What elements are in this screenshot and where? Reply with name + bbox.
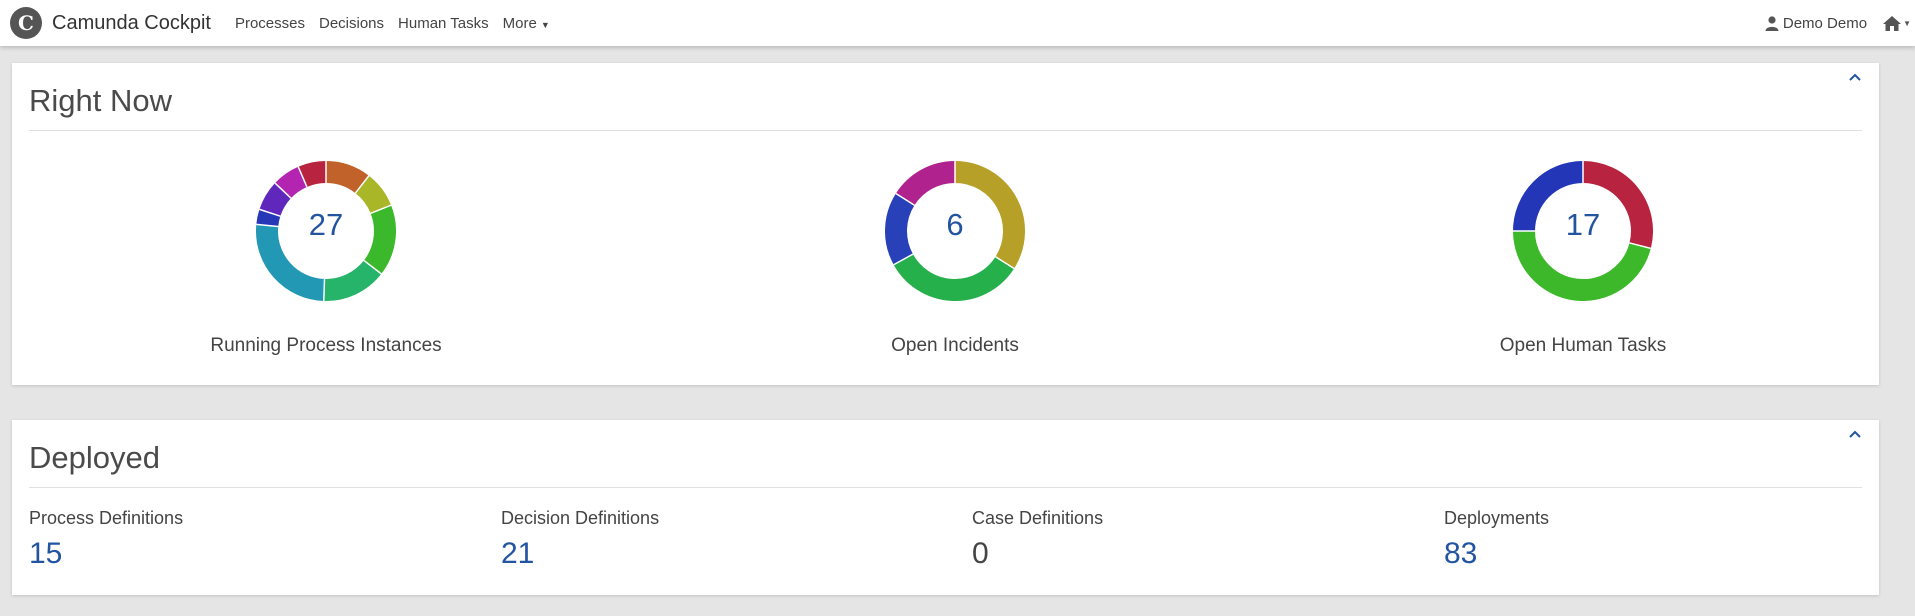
brand[interactable]: C Camunda Cockpit xyxy=(10,7,211,39)
user-name: Demo Demo xyxy=(1782,14,1868,32)
stat-label: Process Definitions xyxy=(29,508,184,528)
open-human-tasks-count[interactable]: 17 xyxy=(1433,207,1733,243)
caret-down-icon: ▼ xyxy=(540,19,550,30)
stat-label: Decision Definitions xyxy=(501,508,660,528)
donut-segment-1[interactable] xyxy=(354,175,392,214)
stat-value[interactable]: 15 xyxy=(29,537,183,571)
running-process-instances-count[interactable]: 27 xyxy=(176,207,476,243)
open-incidents-label: Open Incidents xyxy=(891,335,1019,356)
caret-down-icon: ▼ xyxy=(1903,18,1911,28)
home-menu[interactable]: ▼ xyxy=(1883,15,1911,31)
nav-processes[interactable]: Processes xyxy=(235,15,305,32)
nav-right: Demo Demo ▼ xyxy=(1765,0,1911,46)
stat-label: Case Definitions xyxy=(972,508,1104,528)
donut-segment-0[interactable] xyxy=(325,161,369,194)
main-nav: Processes Decisions Human Tasks More ▼ xyxy=(235,15,564,32)
open-incidents-widget[interactable]: 6 Open Incidents xyxy=(805,161,1105,357)
open-incidents-count[interactable]: 6 xyxy=(805,207,1105,243)
right-now-title: Right Now xyxy=(29,83,172,118)
donut-segment-3[interactable] xyxy=(323,260,382,301)
running-process-instances-widget[interactable]: 27 Running Process Instances xyxy=(176,161,476,357)
donut-segment-8[interactable] xyxy=(298,161,327,188)
collapse-chevron-icon[interactable] xyxy=(1846,426,1864,442)
donut-segment-3[interactable] xyxy=(895,161,956,206)
panel-divider xyxy=(29,487,1862,488)
nav-human-tasks[interactable]: Human Tasks xyxy=(398,15,489,32)
stat-value[interactable]: 83 xyxy=(1444,537,1549,571)
user-menu[interactable]: Demo Demo xyxy=(1765,15,1867,32)
user-icon xyxy=(1765,15,1779,31)
deployed-title: Deployed xyxy=(29,440,160,475)
home-icon xyxy=(1883,15,1902,31)
donut-segment-7[interactable] xyxy=(274,166,308,199)
nav-more-dropdown[interactable]: More ▼ xyxy=(503,15,550,32)
stat-label: Deployments xyxy=(1444,508,1550,528)
stat-decision-definitions[interactable]: Decision Definitions 21 xyxy=(501,508,659,571)
camunda-logo-icon: C xyxy=(10,7,42,39)
stat-value: 0 xyxy=(972,537,989,570)
nav-decisions[interactable]: Decisions xyxy=(319,15,384,32)
open-human-tasks-widget[interactable]: 17 Open Human Tasks xyxy=(1433,161,1733,357)
nav-more-label: More xyxy=(502,14,537,32)
donut-segment-1[interactable] xyxy=(893,253,1015,301)
open-human-tasks-label: Open Human Tasks xyxy=(1499,335,1667,356)
deployed-panel: Deployed Process Definitions 15 Decision… xyxy=(12,420,1879,595)
right-now-panel: Right Now 27 Running Process Instances 6… xyxy=(12,63,1879,385)
stat-value[interactable]: 21 xyxy=(501,537,659,571)
donut-separator-4 xyxy=(323,278,326,301)
running-process-instances-label: Running Process Instances xyxy=(210,335,442,356)
panel-divider xyxy=(29,130,1862,131)
collapse-chevron-icon[interactable] xyxy=(1846,69,1864,85)
top-navbar: C Camunda Cockpit Processes Decisions Hu… xyxy=(0,0,1915,46)
brand-name: Camunda Cockpit xyxy=(52,11,211,34)
stat-deployments[interactable]: Deployments 83 xyxy=(1444,508,1549,571)
stat-process-definitions[interactable]: Process Definitions 15 xyxy=(29,508,183,571)
stat-case-definitions: Case Definitions 0 xyxy=(972,508,1103,571)
